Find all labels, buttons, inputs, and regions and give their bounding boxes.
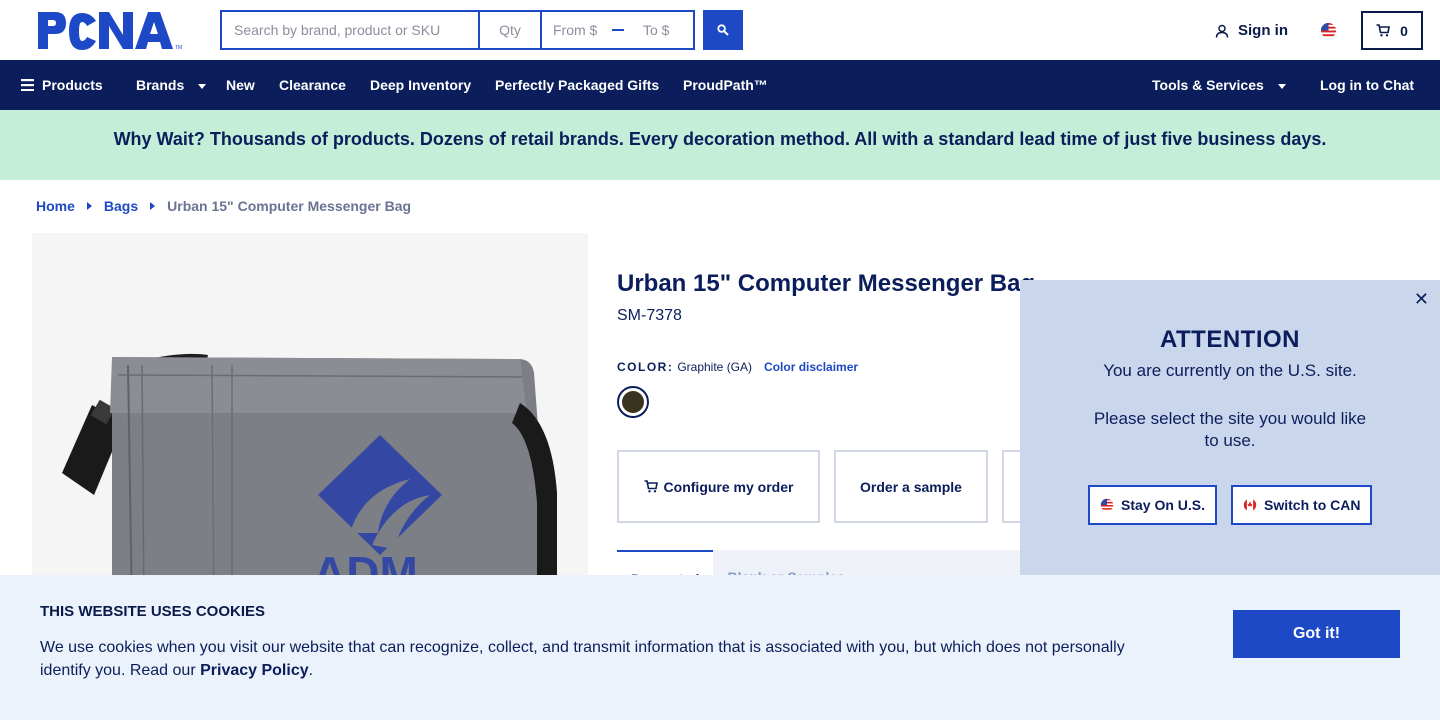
close-icon[interactable]: ✕: [1414, 289, 1429, 310]
pcna-logo[interactable]: TM: [36, 11, 186, 51]
breadcrumb-current: Urban 15" Computer Messenger Bag: [167, 198, 412, 214]
nav-deep-inventory-label: Deep Inventory: [370, 77, 472, 93]
stay-us-button[interactable]: Stay On U.S.: [1088, 485, 1218, 525]
nav-brands-label: Brands: [136, 77, 185, 93]
nav-tools[interactable]: Tools & Services: [1152, 60, 1286, 110]
color-value: Graphite (GA): [677, 360, 753, 374]
switch-can-label: Switch to CAN: [1264, 497, 1361, 513]
search-input[interactable]: [220, 10, 478, 50]
search-icon: [717, 24, 729, 36]
color-label: COLOR:: [617, 360, 674, 374]
sign-in-label: Sign in: [1238, 22, 1288, 39]
user-icon: [1215, 24, 1229, 38]
svg-text:TM: TM: [175, 45, 182, 51]
sign-in-link[interactable]: Sign in: [1215, 22, 1288, 39]
nav-gifts-label: Perfectly Packaged Gifts: [495, 77, 660, 93]
order-sample-label: Order a sample: [860, 478, 962, 495]
nav-tools-label: Tools & Services: [1152, 77, 1264, 93]
cart-icon: [644, 480, 658, 493]
nav-clearance[interactable]: Clearance: [279, 60, 346, 110]
cookie-accept-button[interactable]: Got it!: [1233, 610, 1400, 658]
nav-proudpath-label: ProudPath™: [683, 77, 768, 93]
nav-gifts[interactable]: Perfectly Packaged Gifts: [495, 60, 659, 110]
product-title: Urban 15" Computer Messenger Bag: [617, 270, 1036, 297]
main-nav: Products Brands New Clearance Deep Inven…: [0, 60, 1440, 110]
promo-banner: Why Wait? Thousands of products. Dozens …: [0, 110, 1440, 180]
product-sku: SM-7378: [617, 307, 682, 324]
configure-order-label: Configure my order: [663, 478, 794, 495]
cookie-text: We use cookies when you visit our websit…: [40, 636, 1150, 682]
qty-input[interactable]: [478, 10, 540, 50]
cookie-banner: THIS WEBSITE USES COOKIES We use cookies…: [0, 575, 1440, 720]
nav-chat[interactable]: Log in to Chat: [1320, 60, 1414, 110]
breadcrumb: Home Bags Urban 15" Computer Messenger B…: [36, 198, 411, 214]
popup-current-site: You are currently on the U.S. site.: [1103, 361, 1357, 380]
nav-clearance-label: Clearance: [279, 77, 346, 93]
nav-products[interactable]: Products: [21, 60, 103, 110]
color-row: COLOR: Graphite (GA) Color disclaimer: [617, 360, 858, 374]
chevron-down-icon: [1277, 83, 1286, 89]
cart-button[interactable]: 0: [1361, 11, 1423, 50]
chevron-down-icon: [198, 83, 207, 89]
nav-new[interactable]: New: [226, 60, 255, 110]
site-header: TM Sign in: [0, 0, 1440, 60]
stay-us-label: Stay On U.S.: [1121, 497, 1206, 513]
nav-products-label: Products: [42, 77, 103, 93]
us-flag-icon: [1100, 498, 1114, 512]
cart-count: 0: [1400, 22, 1408, 39]
site-selector-popup: ✕ ATTENTION You are currently on the U.S…: [1020, 280, 1440, 575]
popup-title: ATTENTION: [1159, 326, 1301, 353]
price-range: [540, 10, 695, 50]
popup-instruction: Please select the site you would like to…: [1093, 409, 1367, 450]
us-flag-icon[interactable]: [1320, 22, 1337, 39]
cookie-period: .: [308, 662, 314, 679]
cookie-title: THIS WEBSITE USES COOKIES: [40, 603, 266, 620]
cart-icon: [1376, 24, 1391, 37]
breadcrumb-home[interactable]: Home: [36, 198, 75, 214]
search-button[interactable]: [703, 10, 743, 50]
swatch-fill: [622, 391, 644, 413]
color-disclaimer-link[interactable]: Color disclaimer: [764, 360, 858, 374]
nav-new-label: New: [226, 77, 255, 93]
price-from-input[interactable]: [542, 22, 602, 38]
range-dash: [612, 29, 624, 31]
privacy-policy-link[interactable]: Privacy Policy: [200, 662, 309, 679]
canada-flag-icon: [1243, 498, 1257, 512]
configure-order-button[interactable]: Configure my order: [617, 450, 820, 523]
switch-can-button[interactable]: Switch to CAN: [1231, 485, 1373, 525]
nav-chat-label: Log in to Chat: [1320, 77, 1415, 93]
order-sample-button[interactable]: Order a sample: [834, 450, 988, 523]
nav-deep-inventory[interactable]: Deep Inventory: [370, 60, 471, 110]
hamburger-icon: [21, 79, 34, 91]
breadcrumb-separator-icon: [150, 202, 156, 210]
popup-buttons: Stay On U.S. Switch to CAN: [1088, 485, 1373, 525]
breadcrumb-bags[interactable]: Bags: [104, 198, 138, 214]
color-swatch-graphite[interactable]: [617, 386, 649, 418]
nav-brands[interactable]: Brands: [136, 60, 207, 110]
price-to-input[interactable]: [632, 22, 692, 38]
search-bar: [220, 10, 695, 50]
nav-proudpath[interactable]: ProudPath™: [683, 60, 768, 110]
breadcrumb-separator-icon: [86, 202, 92, 210]
